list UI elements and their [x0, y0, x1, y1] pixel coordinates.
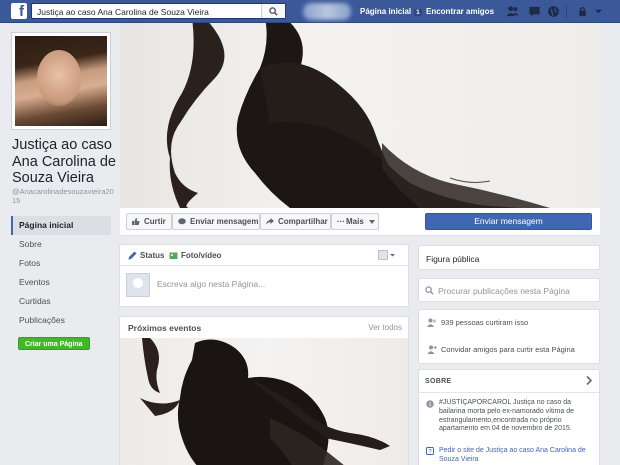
- page-action-bar: Curtir Enviar mensagem Compartilhar ··· …: [120, 208, 600, 236]
- likes-card: 939 pessoas curtiram isso Convidar amigo…: [418, 309, 600, 364]
- search-input[interactable]: Justiça ao caso Ana Carolina de Souza Vi…: [31, 3, 286, 19]
- page-title[interactable]: Justiça ao caso Ana Carolina de Souza Vi…: [12, 137, 122, 187]
- share-button-label: Compartilhar: [278, 217, 328, 226]
- share-button[interactable]: Compartilhar: [260, 213, 331, 230]
- tab-photo-video[interactable]: Foto/vídeo: [169, 251, 221, 260]
- facebook-logo-icon[interactable]: f: [11, 3, 27, 19]
- about-card: SOBRE #JUSTIÇAPORCAROL Justiça no caso d…: [418, 369, 600, 465]
- nav-find-friends-link[interactable]: Encontrar amigos: [426, 7, 494, 16]
- left-nav-item-photos[interactable]: Fotos: [11, 254, 111, 273]
- event-image[interactable]: [120, 338, 408, 465]
- search-button[interactable]: [261, 4, 285, 18]
- tab-status[interactable]: Status: [128, 251, 164, 260]
- messenger-icon: [178, 218, 186, 225]
- post-composer: Status Foto/vídeo Escreva algo nesta Pág…: [119, 244, 409, 307]
- profile-photo-image: [15, 36, 107, 126]
- tab-photo-video-label: Foto/vídeo: [181, 251, 222, 260]
- page-posts-search-input[interactable]: Procurar publicações nesta Página: [438, 286, 570, 296]
- left-nav-item-about[interactable]: Sobre: [11, 235, 111, 254]
- search-input-value: Justiça ao caso Ana Carolina de Souza Vi…: [37, 7, 209, 17]
- notifications-globe-icon[interactable]: [547, 5, 560, 18]
- info-icon: [426, 400, 434, 408]
- about-description: #JUSTIÇAPORCAROL Justiça no caso da bail…: [439, 399, 575, 433]
- question-mark-icon: ?: [426, 447, 434, 455]
- events-see-all-link[interactable]: Ver todos: [368, 323, 402, 332]
- create-page-button[interactable]: Criar uma Página: [18, 337, 90, 350]
- top-bar: f Justiça ao caso Ana Carolina de Souza …: [0, 0, 620, 23]
- left-nav-item-posts[interactable]: Publicações: [11, 311, 111, 330]
- send-message-button-label: Enviar mensagem: [190, 217, 259, 226]
- nav-home-badge: 1: [414, 9, 422, 16]
- pencil-icon: [128, 251, 137, 260]
- page-category[interactable]: Figura pública: [426, 254, 479, 264]
- page-posts-search[interactable]: Procurar publicações nesta Página: [418, 278, 600, 302]
- composer-avatar: [126, 273, 150, 297]
- more-button-label: Mais: [346, 217, 364, 226]
- likes-count-text: 939 pessoas curtiram isso: [441, 318, 529, 327]
- cover-dancer-image: [166, 23, 550, 208]
- upcoming-events: Próximos eventos Ver todos: [119, 316, 409, 465]
- left-nav: Página inicial Sobre Fotos Eventos Curti…: [11, 216, 111, 330]
- composer-tabs: Status Foto/vídeo: [120, 245, 408, 266]
- chevron-right-icon[interactable]: [585, 376, 593, 385]
- add-person-icon: [427, 345, 437, 354]
- nav-home-link[interactable]: Página inicial 1: [360, 7, 422, 16]
- profile-picture[interactable]: [11, 32, 111, 130]
- more-button[interactable]: ··· Mais: [331, 213, 379, 230]
- account-menu-chevron-down-icon[interactable]: [594, 7, 603, 16]
- privacy-lock-icon[interactable]: [576, 5, 589, 18]
- search-icon: [269, 7, 278, 16]
- request-website-link[interactable]: Pedir o site de Justiça ao caso Ana Caro…: [439, 446, 599, 464]
- chevron-down-icon: [369, 220, 375, 224]
- invite-friends-link[interactable]: Convidar amigos para curtir esta Página: [427, 345, 575, 354]
- page-username[interactable]: @Anacarolinadesouzavieira2015: [12, 187, 116, 205]
- about-divider: [419, 392, 599, 393]
- likes-count[interactable]: 939 pessoas curtiram isso: [427, 318, 528, 327]
- messages-icon[interactable]: [528, 5, 541, 18]
- primary-send-message-button[interactable]: Enviar mensagem: [425, 213, 592, 230]
- cover-photo[interactable]: [120, 23, 600, 208]
- tab-status-label: Status: [140, 251, 165, 260]
- page-category-card: Figura pública: [418, 245, 600, 270]
- audience-selector-icon[interactable]: [378, 250, 396, 260]
- people-icon: [427, 318, 437, 327]
- left-nav-item-likes[interactable]: Curtidas: [11, 292, 111, 311]
- send-message-button[interactable]: Enviar mensagem: [172, 213, 260, 230]
- friend-requests-icon[interactable]: [506, 5, 519, 18]
- right-margin: [600, 23, 620, 465]
- thumbs-up-icon: [132, 218, 140, 225]
- photo-icon: [169, 252, 178, 259]
- event-dancer-image: [140, 338, 390, 465]
- invite-friends-text: Convidar amigos para curtir esta Página: [441, 345, 575, 354]
- left-nav-item-events[interactable]: Eventos: [11, 273, 111, 292]
- ellipsis-icon: ···: [337, 217, 345, 226]
- like-button[interactable]: Curtir: [126, 213, 172, 230]
- like-button-label: Curtir: [144, 217, 166, 226]
- user-profile-link[interactable]: [303, 3, 351, 20]
- topbar-divider: [566, 5, 567, 18]
- events-title: Próximos eventos: [128, 323, 202, 333]
- left-nav-item-home[interactable]: Página inicial: [11, 216, 111, 235]
- composer-input[interactable]: Escreva algo nesta Página...: [157, 279, 265, 289]
- about-title[interactable]: SOBRE: [425, 378, 451, 385]
- search-icon: [425, 286, 434, 295]
- nav-home-label: Página inicial: [360, 7, 412, 16]
- share-arrow-icon: [266, 218, 274, 225]
